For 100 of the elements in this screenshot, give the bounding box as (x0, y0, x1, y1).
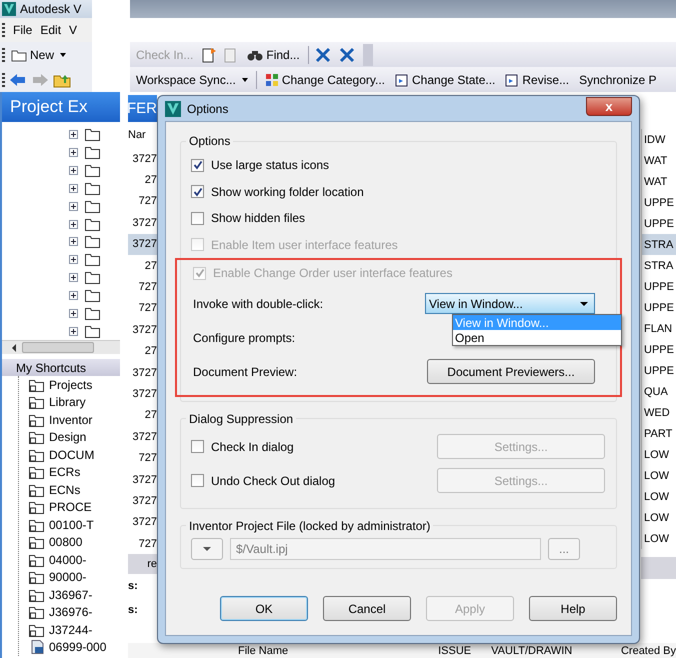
back-arrow-icon[interactable] (9, 72, 27, 88)
dialog-button[interactable]: Help (529, 596, 617, 621)
expand-icon[interactable] (69, 308, 78, 318)
toolbar-button[interactable]: Change Category... (262, 72, 387, 86)
dialog-button[interactable]: OK (220, 596, 308, 621)
expand-icon[interactable] (69, 326, 78, 336)
browse-button[interactable]: ... (548, 538, 580, 560)
document-icon[interactable] (201, 46, 218, 62)
shortcut-item[interactable]: ECRs (49, 465, 80, 480)
table-cell: LOW (641, 486, 676, 507)
expand-icon[interactable] (69, 184, 78, 193)
expand-icon[interactable] (69, 130, 78, 140)
menu-item[interactable]: Edit (40, 23, 62, 37)
folder-icon (85, 200, 101, 213)
table-cell: LOW (641, 465, 676, 486)
expand-icon[interactable] (69, 202, 78, 211)
shortcut-item[interactable]: DOCUM (49, 448, 94, 462)
table-cell-text: 27 (144, 408, 157, 424)
pane-header: FER (128, 95, 157, 122)
x-icon[interactable] (314, 46, 333, 62)
column-header[interactable]: VAULT/DRAWIN (491, 644, 572, 656)
table-cell-text: 727 (138, 280, 157, 296)
shortcut-item[interactable]: J37244- (49, 622, 92, 637)
dialog-title: Options (187, 102, 228, 116)
folder-icon (85, 164, 101, 178)
shortcut-item[interactable]: 00100-T (49, 518, 94, 532)
shortcut-item[interactable]: Inventor (49, 412, 92, 427)
shortcut-item[interactable]: 90000- (49, 570, 86, 584)
horizontal-scrollbar[interactable] (2, 340, 120, 354)
expand-icon[interactable] (69, 166, 78, 176)
expand-icon[interactable] (69, 273, 78, 282)
toolbar-button[interactable]: Change State... (393, 72, 498, 86)
checkmark-icon (194, 268, 204, 278)
expand-icon[interactable] (69, 220, 78, 229)
shortcut-item[interactable]: 04000- (49, 552, 86, 567)
close-button[interactable]: x (586, 96, 632, 116)
folder-icon (85, 253, 101, 266)
file-icon (29, 640, 45, 654)
shortcut-item[interactable]: 00800 (49, 535, 82, 550)
dropdown[interactable]: View in Window... (425, 293, 595, 314)
logo-icon (2, 2, 16, 16)
group-title: Options (188, 134, 232, 148)
table-cell-text: 727 (138, 451, 157, 466)
table-cell-text: 3727 (132, 386, 157, 402)
table-cell: UPPE (641, 339, 676, 360)
left-arrow-icon[interactable] (12, 344, 16, 352)
shortcut-item[interactable]: J36967- (49, 588, 92, 602)
folder-shortcut-icon (29, 518, 45, 532)
folder-shortcut-icon (29, 500, 45, 514)
shortcut-item[interactable]: Library (49, 395, 86, 410)
menu-item[interactable]: File (13, 23, 32, 37)
caret-icon (242, 78, 248, 82)
table-cell: WAT (641, 171, 676, 192)
shortcut-item[interactable]: 06999-000 (49, 640, 106, 654)
table-cell: LOW (641, 528, 676, 549)
folder-shortcut-icon (29, 535, 45, 550)
checkbox[interactable]: Undo Check Out dialog (191, 467, 336, 494)
document-previewers-button[interactable]: Document Previewers... (427, 359, 595, 384)
dropdown-option[interactable]: Open (453, 330, 621, 345)
shortcut-item[interactable]: PROCE (49, 500, 92, 514)
input-field[interactable]: $/Vault.ipj (230, 538, 541, 560)
pane-header: Project Ex (2, 92, 120, 122)
checkbox[interactable]: Show working folder location (191, 178, 606, 205)
table-cell-text: 3727 (132, 472, 157, 488)
toolbar-button[interactable]: Synchronize P (577, 72, 658, 86)
checkbox[interactable]: Check In dialog (191, 433, 294, 460)
expand-icon[interactable] (69, 290, 78, 300)
toolbar-button[interactable]: Revise... (503, 72, 572, 86)
folder-shortcut-icon (29, 482, 45, 497)
logo-icon (165, 100, 181, 116)
shortcut-item[interactable]: Design (49, 430, 86, 444)
checkbox[interactable]: Show hidden files (191, 205, 606, 232)
shortcut-item[interactable]: Projects (49, 378, 92, 392)
expand-icon[interactable] (69, 237, 78, 246)
column-header[interactable]: ISSUE (438, 644, 472, 656)
expand-icon[interactable] (69, 255, 78, 264)
expand-icon[interactable] (69, 148, 78, 158)
find-button[interactable]: Find... (245, 48, 302, 62)
table-cell: WED (641, 402, 676, 423)
folder-shortcut-icon (29, 395, 45, 410)
table-cell-text: 727 (138, 194, 157, 210)
table-cell-text: 3727 (132, 322, 157, 338)
x-icon[interactable] (338, 46, 357, 62)
menu-item[interactable]: V (69, 23, 78, 37)
table-cell-text: 3727 (132, 152, 157, 167)
table-cell: LOW (641, 444, 676, 465)
toolbar-button[interactable]: Workspace Sync... (134, 72, 250, 86)
checkbox[interactable]: Use large status icons (191, 152, 606, 178)
shortcut-item[interactable]: ECNs (49, 482, 80, 497)
column-header[interactable]: Created By (620, 644, 676, 656)
shortcut-item[interactable]: J36976- (49, 605, 92, 620)
table-cell-text: 3727 (132, 430, 157, 445)
folder-shortcut-icon (29, 378, 45, 392)
field-label: s: (128, 579, 139, 594)
column-header[interactable]: Nar (128, 122, 157, 148)
field-label: s: (128, 603, 139, 618)
column-header[interactable]: File Name (238, 644, 288, 656)
caret-icon (60, 52, 66, 56)
dialog-button[interactable]: Cancel (323, 596, 411, 621)
checkmark-icon (192, 160, 202, 170)
